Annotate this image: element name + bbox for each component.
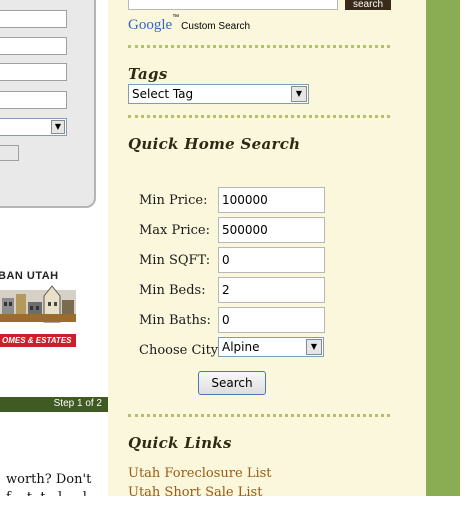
min-sqft-input[interactable]: 0 (218, 247, 325, 273)
chevron-down-icon: ▼ (51, 120, 65, 134)
min-sqft-label: Min SQFT: (139, 253, 211, 268)
green-border (426, 0, 460, 496)
form-input-1[interactable] (0, 10, 67, 28)
logo-text: BAN UTAH (0, 270, 59, 282)
quick-links-heading: Quick Links (128, 434, 232, 452)
min-beds-input[interactable]: 2 (218, 277, 325, 303)
max-price-label: Max Price: (139, 223, 210, 238)
body-text-line: worth? Don't (6, 472, 92, 487)
form-submit-button[interactable] (0, 145, 19, 161)
form-input-4[interactable] (0, 91, 67, 109)
google-custom-search: Google™Custom Search (128, 14, 250, 34)
tag-select-value: Select Tag (132, 87, 194, 101)
min-baths-label: Min Baths: (139, 313, 211, 328)
chevron-down-icon: ▼ (291, 86, 307, 102)
link-utah-short-sale-list[interactable]: Utah Short Sale List (128, 485, 262, 496)
logo-banner: OMES & ESTATES (0, 334, 76, 347)
city-select[interactable]: Alpine ▼ (218, 337, 324, 357)
city-select-value: Alpine (222, 340, 260, 354)
form-input-2[interactable] (0, 37, 67, 55)
custom-search-label: Custom Search (181, 21, 251, 32)
search-button[interactable]: Search (198, 371, 266, 395)
min-beds-label: Min Beds: (139, 283, 206, 298)
google-logo: Google (128, 17, 173, 33)
page-bottom-edge (0, 496, 472, 512)
city-skyline-logo (0, 285, 76, 323)
form-select[interactable]: ▼ (0, 118, 67, 136)
link-utah-foreclosure-list[interactable]: Utah Foreclosure List (128, 466, 272, 481)
quick-home-search-heading: Quick Home Search (128, 135, 301, 153)
step-indicator: Step 1 of 2 (0, 397, 108, 412)
chevron-down-icon: ▼ (306, 339, 322, 355)
tag-select[interactable]: Select Tag ▼ (128, 84, 309, 104)
min-baths-input[interactable]: 0 (218, 307, 325, 333)
min-price-label: Min Price: (139, 193, 208, 208)
form-input-3[interactable] (0, 63, 67, 81)
divider (128, 115, 390, 118)
main-content: ▼ BAN UTAH OMES & ESTATES Step 1 of 2 wo… (0, 0, 108, 512)
max-price-input[interactable]: 500000 (218, 217, 325, 243)
min-price-input[interactable]: 100000 (218, 187, 325, 213)
divider (128, 414, 390, 417)
site-search-input[interactable] (128, 0, 338, 10)
divider (128, 45, 390, 48)
site-search-button[interactable]: search (345, 0, 391, 10)
tags-heading: Tags (128, 65, 168, 83)
sidebar: search Google™Custom Search Tags Select … (108, 0, 426, 496)
trademark: ™ (172, 14, 180, 21)
choose-city-label: Choose City (139, 343, 219, 358)
